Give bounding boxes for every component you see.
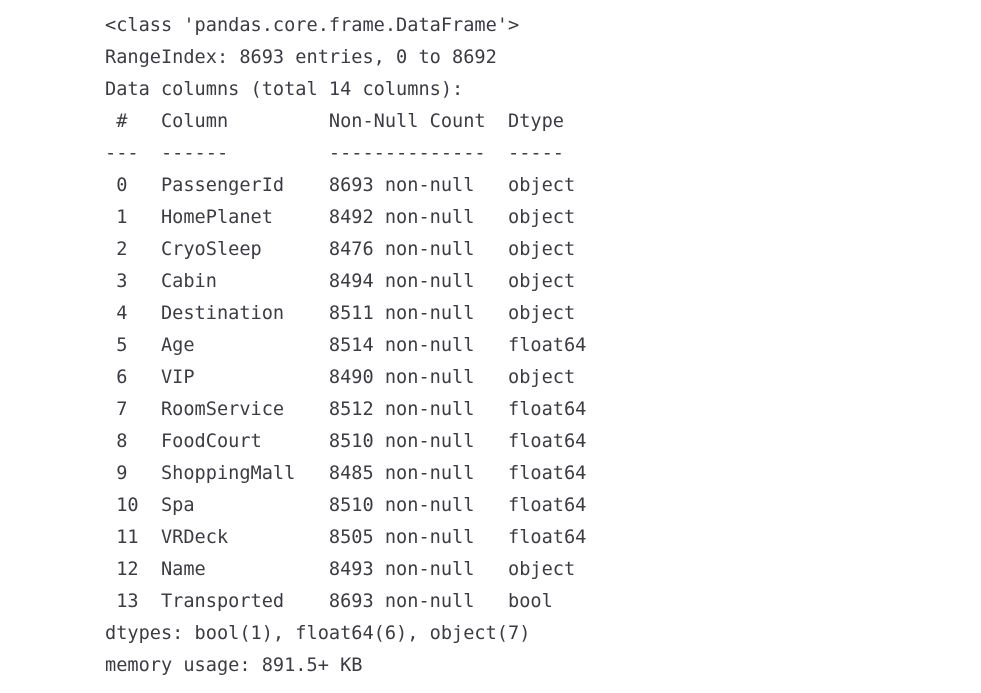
table-row: 13 Transported 8693 non-null bool bbox=[105, 591, 587, 612]
table-row: 7 RoomService 8512 non-null float64 bbox=[105, 399, 587, 420]
table-row: 8 FoodCourt 8510 non-null float64 bbox=[105, 431, 587, 452]
table-row: 1 HomePlanet 8492 non-null object bbox=[105, 207, 587, 228]
table-row: 6 VIP 8490 non-null object bbox=[105, 367, 587, 388]
range-index-line: RangeIndex: 8693 entries, 0 to 8692 bbox=[105, 47, 497, 68]
table-row: 4 Destination 8511 non-null object bbox=[105, 303, 587, 324]
dataframe-info-text: <class 'pandas.core.frame.DataFrame'> Ran… bbox=[105, 10, 981, 682]
table-row: 5 Age 8514 non-null float64 bbox=[105, 335, 587, 356]
memory-usage-line: memory usage: 891.5+ KB bbox=[105, 655, 363, 676]
table-row: 10 Spa 8510 non-null float64 bbox=[105, 495, 587, 516]
table-row: 11 VRDeck 8505 non-null float64 bbox=[105, 527, 587, 548]
dataframe-info-console: <class 'pandas.core.frame.DataFrame'> Ran… bbox=[0, 0, 981, 693]
table-row: 9 ShoppingMall 8485 non-null float64 bbox=[105, 463, 587, 484]
table-row: 2 CryoSleep 8476 non-null object bbox=[105, 239, 587, 260]
column-header-line: # Column Non-Null Count Dtype bbox=[105, 111, 576, 132]
header-separator-line: --- ------ -------------- ----- bbox=[105, 143, 576, 164]
table-row: 12 Name 8493 non-null object bbox=[105, 559, 587, 580]
data-columns-line: Data columns (total 14 columns): bbox=[105, 79, 464, 100]
dtypes-summary-line: dtypes: bool(1), float64(6), object(7) bbox=[105, 623, 531, 644]
table-row: 3 Cabin 8494 non-null object bbox=[105, 271, 587, 292]
class-line: <class 'pandas.core.frame.DataFrame'> bbox=[105, 15, 520, 36]
table-row: 0 PassengerId 8693 non-null object bbox=[105, 175, 587, 196]
